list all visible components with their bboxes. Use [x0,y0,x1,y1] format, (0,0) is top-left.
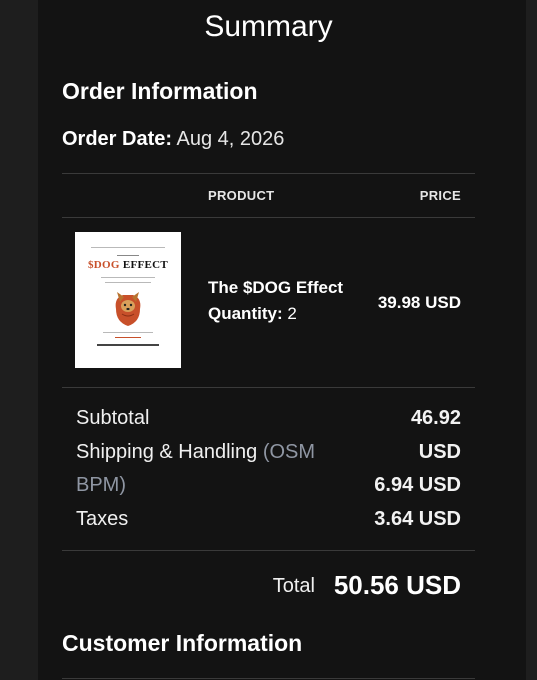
customer-information-heading: Customer Information [62,630,303,656]
page-title: Summary [204,10,333,43]
dog-illustration [115,292,141,326]
order-date: Order Date: Aug 4, 2026 [62,128,284,151]
divider [62,550,475,551]
shipping-label: Shipping & Handling (OSM [76,441,316,463]
quantity-value: 2 [287,304,297,323]
divider [62,173,475,174]
book-cover-title: $DOG EFFECT [87,259,169,271]
product-quantity: Quantity: 2 [208,304,297,324]
divider [62,387,475,388]
divider [62,217,475,218]
shipping-value: 6.94 USD [374,474,461,496]
column-header-price: PRICE [419,188,461,203]
order-date-label: Order Date: [62,128,173,150]
divider [62,678,475,679]
order-information-heading: Order Information [62,78,258,104]
quantity-label: Quantity: [208,304,283,323]
subtotal-value-currency: USD [418,441,461,463]
total-value: 50.56 USD [333,570,461,600]
product-price: 39.98 USD [377,293,461,312]
subtotal-label: Subtotal [76,407,150,429]
total-label: Total [272,575,315,597]
shipping-label-continued: BPM) [76,474,126,496]
page: Summary Order Information Order Date: Au… [0,0,537,680]
product-thumbnail[interactable]: $DOG EFFECT [75,232,181,368]
taxes-value: 3.64 USD [374,508,461,530]
taxes-label: Taxes [76,508,129,530]
order-date-value: Aug 4, 2026 [176,128,285,150]
subtotal-value: 46.92 [410,407,461,429]
column-header-product: PRODUCT [208,188,275,203]
product-name[interactable]: The $DOG Effect [208,278,343,298]
